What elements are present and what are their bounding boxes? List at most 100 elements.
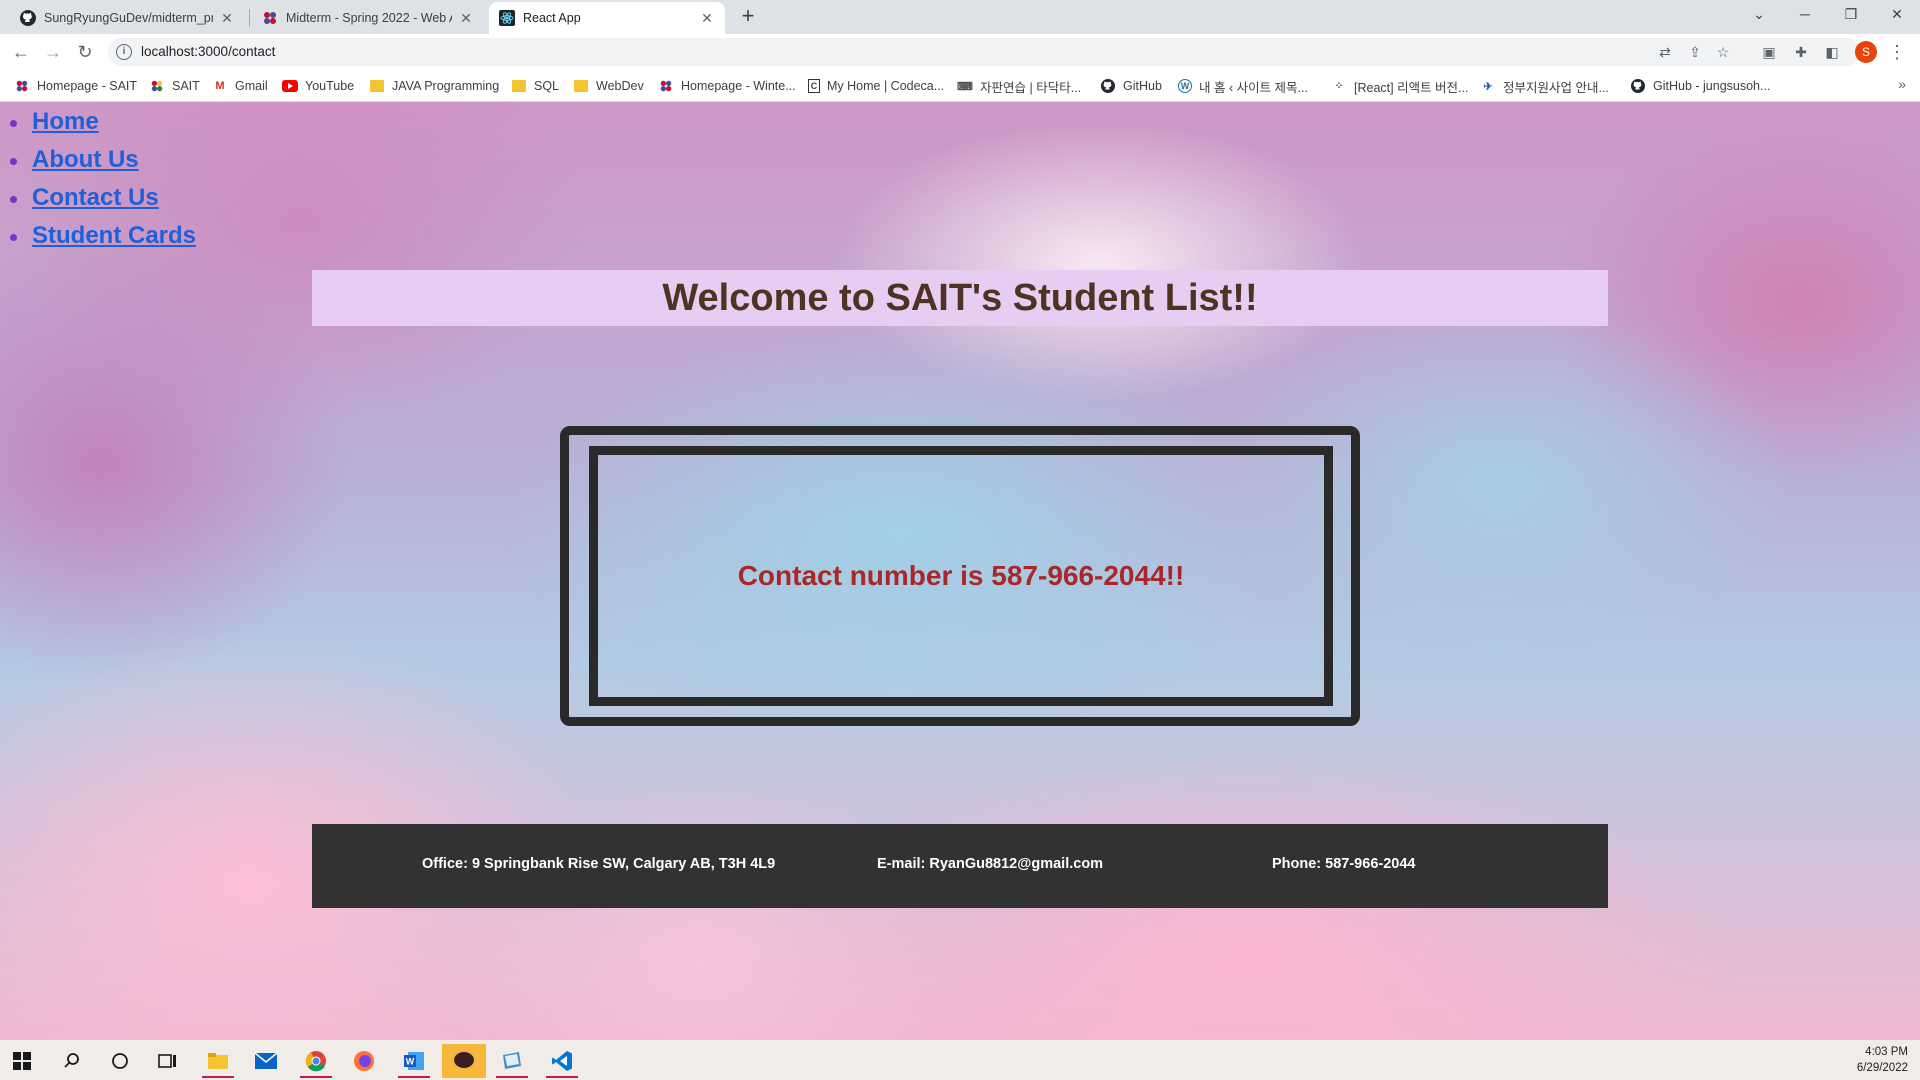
chevron-right-icon[interactable]: »	[1898, 76, 1906, 92]
menu-icon[interactable]: ⋮	[1888, 40, 1906, 64]
firefox-icon[interactable]	[342, 1044, 386, 1078]
bookmark-label: WebDev	[596, 79, 644, 93]
nav-item-contact: Contact Us	[10, 184, 196, 222]
sait-icon	[658, 78, 674, 94]
nav-link-home[interactable]: Home	[32, 108, 99, 135]
svg-text:W: W	[406, 1057, 415, 1067]
bookmark-label: Homepage - Winte...	[681, 79, 796, 93]
bookmark-item[interactable]: SAIT	[149, 76, 200, 96]
bookmark-item[interactable]: W 내 홈 ‹ 사이트 제목...	[1178, 76, 1308, 96]
wordpress-icon: W	[1178, 79, 1192, 93]
nav-link-contact[interactable]: Contact Us	[32, 184, 159, 211]
tab-react-app[interactable]: React App ✕	[489, 2, 725, 34]
minimize-icon[interactable]: ─	[1782, 0, 1828, 30]
bookmark-label: Gmail	[235, 79, 268, 93]
bookmark-label: SAIT	[172, 79, 200, 93]
chrome-icon[interactable]	[294, 1044, 338, 1078]
camera-icon[interactable]: ▣	[1760, 43, 1778, 61]
restore-icon[interactable]: ❐	[1828, 0, 1874, 30]
mail-icon[interactable]	[244, 1044, 288, 1078]
file-explorer-icon[interactable]	[196, 1044, 240, 1078]
codecademy-icon: C	[808, 79, 820, 93]
forward-icon[interactable]: →	[41, 40, 65, 64]
sait-icon	[262, 10, 278, 26]
bookmark-item[interactable]: Homepage - SAIT	[14, 76, 137, 96]
bookmark-item[interactable]: YouTube	[282, 76, 354, 96]
side-panel-icon[interactable]: ◧	[1823, 43, 1841, 61]
github-icon	[1630, 78, 1646, 94]
kakaotalk-icon[interactable]	[442, 1044, 486, 1078]
nav-item-student-cards: Student Cards	[10, 222, 196, 260]
cortana-icon[interactable]	[98, 1044, 142, 1078]
bookmark-label: 자판연습 | 타닥타...	[980, 80, 1082, 95]
start-icon[interactable]	[0, 1044, 44, 1078]
site-info-icon[interactable]: i	[116, 44, 132, 60]
bookmark-label: 내 홈 ‹ 사이트 제목...	[1199, 80, 1308, 95]
profile-avatar[interactable]: S	[1855, 41, 1877, 63]
contact-message: Contact number is 587-966-2044!!	[737, 560, 1185, 591]
close-icon[interactable]: ✕	[458, 10, 474, 26]
folder-icon	[369, 78, 385, 94]
tab-github[interactable]: SungRyungGuDev/midterm_proj ✕	[10, 2, 245, 34]
bookmark-item[interactable]: Homepage - Winte...	[658, 76, 796, 96]
bookmark-label: My Home | Codeca...	[827, 79, 945, 93]
close-window-icon[interactable]: ✕	[1874, 0, 1920, 30]
translate-icon[interactable]: ⇄	[1656, 43, 1674, 61]
sait-icon	[149, 78, 165, 94]
footer-phone: Phone: 587-966-2044	[1272, 856, 1416, 872]
tab-search-icon[interactable]: ⌄	[1736, 0, 1782, 30]
page-title: Welcome to SAIT's Student List!!	[662, 277, 1258, 319]
bookmark-label: 정부지원사업 안내...	[1503, 80, 1609, 95]
close-icon[interactable]: ✕	[699, 10, 715, 26]
bookmark-item[interactable]: ⌨ 자판연습 | 타닥타...	[957, 76, 1081, 96]
bookmark-item[interactable]: C My Home | Codeca...	[808, 76, 944, 96]
notes-app-icon[interactable]	[490, 1044, 534, 1078]
contact-card-outer: Contact number is 587-966-2044!!	[560, 426, 1360, 726]
word-icon[interactable]: W	[392, 1044, 436, 1078]
system-clock[interactable]: 4:03 PM 6/29/2022	[1857, 1044, 1908, 1076]
bookmark-label: SQL	[534, 79, 560, 93]
new-tab-button[interactable]: +	[737, 5, 759, 28]
clock-date: 6/29/2022	[1856, 1062, 1908, 1074]
footer-office: Office: 9 Springbank Rise SW, Calgary AB…	[422, 856, 776, 872]
nav-link-student-cards[interactable]: Student Cards	[32, 222, 196, 249]
youtube-icon	[282, 78, 298, 94]
bookmark-folder[interactable]: SQL	[511, 76, 559, 96]
dots-icon: ⁘	[1334, 80, 1344, 92]
bookmark-item[interactable]: M Gmail	[212, 76, 268, 96]
share-icon[interactable]: ⇪	[1686, 43, 1704, 61]
react-icon	[499, 10, 515, 26]
bookmark-item[interactable]: GitHub	[1100, 76, 1162, 96]
github-icon	[20, 10, 36, 26]
search-icon[interactable]	[50, 1044, 94, 1078]
tab-midterm[interactable]: Midterm - Spring 2022 - Web Ap ✕	[252, 2, 484, 34]
nav-link-about[interactable]: About Us	[32, 146, 139, 173]
bookmarks-bar: Homepage - SAIT SAIT M Gmail YouTube JAV…	[0, 70, 1920, 102]
clock-time: 4:03 PM	[1865, 1046, 1908, 1058]
back-icon[interactable]: ←	[9, 40, 33, 64]
tab-title: React App	[523, 11, 581, 25]
bookmark-folder[interactable]: JAVA Programming	[369, 76, 499, 96]
gov-icon: ✈	[1483, 80, 1493, 93]
sait-icon	[14, 78, 30, 94]
close-icon[interactable]: ✕	[219, 10, 235, 26]
bookmark-label: [React] 리액트 버전...	[1354, 80, 1469, 95]
contact-card-inner: Contact number is 587-966-2044!!	[589, 446, 1333, 706]
bookmark-label: YouTube	[305, 79, 355, 93]
page-footer: Office: 9 Springbank Rise SW, Calgary AB…	[312, 824, 1608, 908]
vscode-icon[interactable]	[540, 1044, 584, 1078]
reload-icon[interactable]: ↻	[73, 40, 97, 64]
bookmark-label: JAVA Programming	[392, 79, 500, 93]
bookmark-folder[interactable]: WebDev	[573, 76, 644, 96]
bookmark-item[interactable]: ✈ 정부지원사업 안내...	[1480, 76, 1609, 96]
bookmark-star-icon[interactable]: ☆	[1714, 43, 1732, 61]
extensions-icon[interactable]: ✚	[1792, 43, 1810, 61]
bookmark-item[interactable]: GitHub - jungsusoh...	[1630, 76, 1770, 96]
address-url[interactable]: localhost:3000/contact	[141, 44, 275, 59]
bookmark-item[interactable]: ⁘ [React] 리액트 버전...	[1331, 76, 1469, 96]
task-view-icon[interactable]	[146, 1044, 190, 1078]
github-icon	[1100, 78, 1116, 94]
page-banner: Welcome to SAIT's Student List!!	[312, 270, 1608, 326]
address-bar[interactable]: i localhost:3000/contact ⇄ ⇪ ☆	[108, 38, 1860, 66]
nav-item-home: Home	[10, 108, 196, 146]
